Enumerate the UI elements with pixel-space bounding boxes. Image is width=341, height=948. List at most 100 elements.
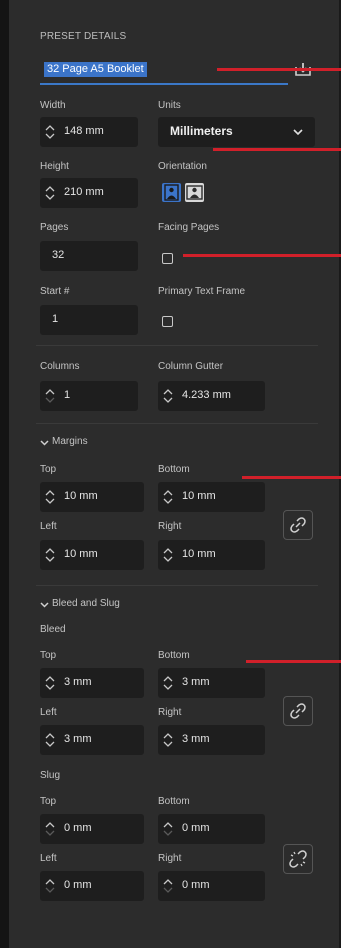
start-page-field[interactable]: 1: [40, 305, 138, 335]
margin-top-value[interactable]: 10 mm: [64, 490, 98, 502]
margins-link-button[interactable]: [283, 510, 313, 540]
width-value[interactable]: 148 mm: [64, 125, 104, 137]
bleed-right-value[interactable]: 3 mm: [182, 733, 210, 745]
slug-right-field[interactable]: 0 mm: [158, 871, 265, 901]
bleed-slug-title: Bleed and Slug: [52, 598, 120, 609]
bleed-bottom-value[interactable]: 3 mm: [182, 676, 210, 688]
slug-top-label: Top: [40, 796, 57, 807]
slug-top-value[interactable]: 0 mm: [64, 822, 92, 834]
annotation-line: [242, 476, 341, 479]
columns-field[interactable]: 1: [40, 381, 138, 411]
margin-top-label: Top: [40, 464, 57, 475]
pages-value[interactable]: 32: [52, 249, 64, 261]
slug-right-value[interactable]: 0 mm: [182, 879, 210, 891]
preset-name-value[interactable]: 32 Page A5 Booklet: [44, 62, 147, 77]
slug-left-value[interactable]: 0 mm: [64, 879, 92, 891]
width-field[interactable]: 148 mm: [40, 117, 138, 147]
bleed-left-field[interactable]: 3 mm: [40, 725, 144, 755]
bleed-bottom-field[interactable]: 3 mm: [158, 668, 265, 698]
chevron-down-icon: [293, 129, 303, 136]
slug-left-label: Left: [40, 853, 57, 864]
annotation-line: [246, 660, 341, 663]
facing-pages-checkbox[interactable]: [162, 253, 173, 264]
bleed-top-field[interactable]: 3 mm: [40, 668, 144, 698]
margin-bottom-stepper[interactable]: [161, 488, 175, 506]
bleed-bottom-stepper[interactable]: [161, 674, 175, 692]
link-icon: [290, 703, 306, 719]
margin-left-label: Left: [40, 521, 57, 532]
column-gutter-label: Column Gutter: [158, 361, 224, 372]
column-gutter-field[interactable]: 4.233 mm: [158, 381, 265, 411]
height-value[interactable]: 210 mm: [64, 186, 104, 198]
slug-top-stepper[interactable]: [43, 820, 57, 838]
portrait-orientation-button[interactable]: [162, 183, 181, 202]
columns-stepper[interactable]: [43, 387, 57, 405]
preset-details-panel: PRESET DETAILS 32 Page A5 Booklet Width …: [9, 0, 339, 948]
height-field[interactable]: 210 mm: [40, 178, 138, 208]
chevron-down-icon: [40, 440, 49, 446]
slug-right-stepper[interactable]: [161, 877, 175, 895]
bleed-slug-section-toggle[interactable]: Bleed and Slug: [40, 598, 160, 612]
columns-value[interactable]: 1: [64, 389, 70, 401]
units-select[interactable]: Millimeters: [158, 117, 315, 147]
bleed-link-button[interactable]: [283, 696, 313, 726]
margin-left-field[interactable]: 10 mm: [40, 540, 144, 570]
columns-label: Columns: [40, 361, 80, 372]
bleed-top-label: Top: [40, 650, 57, 661]
section-title: PRESET DETAILS: [40, 31, 127, 42]
units-value[interactable]: Millimeters: [170, 124, 233, 138]
margin-right-field[interactable]: 10 mm: [158, 540, 265, 570]
margin-right-stepper[interactable]: [161, 546, 175, 564]
divider: [36, 585, 318, 586]
margin-right-value[interactable]: 10 mm: [182, 548, 216, 560]
slug-top-field[interactable]: 0 mm: [40, 814, 144, 844]
facing-pages-label: Facing Pages: [158, 222, 220, 233]
margin-bottom-value[interactable]: 10 mm: [182, 490, 216, 502]
pages-label: Pages: [40, 222, 69, 233]
bleed-bottom-label: Bottom: [158, 650, 190, 661]
slug-bottom-value[interactable]: 0 mm: [182, 822, 210, 834]
height-stepper[interactable]: [43, 184, 57, 202]
width-label: Width: [40, 100, 66, 111]
bleed-right-field[interactable]: 3 mm: [158, 725, 265, 755]
start-label: Start #: [40, 286, 70, 297]
slug-bottom-stepper[interactable]: [161, 820, 175, 838]
start-page-value[interactable]: 1: [52, 313, 58, 325]
margins-section-toggle[interactable]: Margins: [40, 436, 120, 450]
bleed-right-stepper[interactable]: [161, 731, 175, 749]
bleed-right-label: Right: [158, 707, 182, 718]
margin-left-stepper[interactable]: [43, 546, 57, 564]
width-stepper[interactable]: [43, 123, 57, 141]
primary-text-frame-label: Primary Text Frame: [158, 286, 246, 297]
margin-left-value[interactable]: 10 mm: [64, 548, 98, 560]
bleed-label: Bleed: [40, 624, 66, 635]
bleed-left-stepper[interactable]: [43, 731, 57, 749]
primary-text-frame-checkbox[interactable]: [162, 316, 173, 327]
portrait-icon: [164, 184, 179, 201]
height-label: Height: [40, 161, 69, 172]
bleed-top-value[interactable]: 3 mm: [64, 676, 92, 688]
column-gutter-value[interactable]: 4.233 mm: [182, 389, 231, 401]
column-gutter-stepper[interactable]: [161, 387, 175, 405]
bleed-left-value[interactable]: 3 mm: [64, 733, 92, 745]
left-gutter: [0, 0, 9, 948]
pages-field[interactable]: 32: [40, 241, 138, 271]
bleed-top-stepper[interactable]: [43, 674, 57, 692]
slug-left-field[interactable]: 0 mm: [40, 871, 144, 901]
link-icon: [290, 517, 306, 533]
slug-label: Slug: [40, 770, 61, 781]
margin-top-field[interactable]: 10 mm: [40, 482, 144, 512]
margin-top-stepper[interactable]: [43, 488, 57, 506]
slug-link-button[interactable]: [283, 844, 313, 874]
landscape-orientation-button[interactable]: [185, 183, 204, 202]
slug-bottom-field[interactable]: 0 mm: [158, 814, 265, 844]
divider: [36, 345, 318, 346]
margin-bottom-field[interactable]: 10 mm: [158, 482, 265, 512]
slug-left-stepper[interactable]: [43, 877, 57, 895]
chevron-down-icon: [40, 602, 49, 608]
orientation-label: Orientation: [158, 161, 207, 172]
margin-right-label: Right: [158, 521, 182, 532]
annotation-line: [183, 254, 341, 257]
slug-bottom-label: Bottom: [158, 796, 190, 807]
preset-name-field[interactable]: 32 Page A5 Booklet: [40, 57, 288, 85]
